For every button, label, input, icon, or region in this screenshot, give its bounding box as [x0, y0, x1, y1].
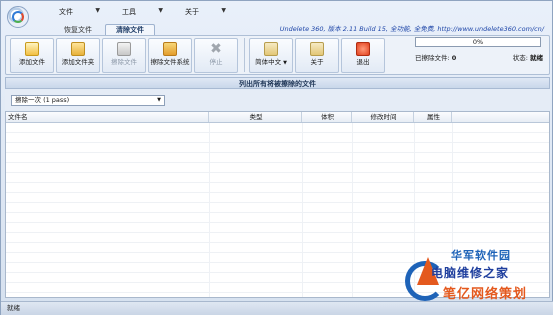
chevron-down-icon: ▼ — [157, 97, 161, 103]
state-text: 状态: 就绪 — [512, 54, 543, 62]
progress-bar: 0% — [415, 37, 541, 47]
column-header-row: 文件名 类型 体积 修改时间 属性 — [6, 112, 549, 123]
column-attributes[interactable]: 属性 — [414, 112, 452, 122]
add-folder-icon — [71, 42, 85, 56]
tab-erase-files[interactable]: 清除文件 — [105, 24, 155, 35]
language-label: 简体中文 ▼ — [255, 58, 287, 66]
watermark-line1: 华军软件园 — [451, 249, 511, 262]
erase-file-icon — [117, 42, 131, 56]
column-type[interactable]: 类型 — [209, 112, 302, 122]
column-divider — [302, 123, 303, 297]
status-panel: 0% 已擦除文件: 0 状态: 就绪 — [415, 37, 543, 71]
menu-bar: 文件 ▼ 工具 ▼ 关于 ▼ — [43, 7, 232, 19]
status-row: 已擦除文件: 0 状态: 就绪 — [415, 52, 543, 62]
add-file-icon — [25, 42, 39, 56]
column-size[interactable]: 体积 — [302, 112, 352, 122]
column-divider — [209, 123, 210, 297]
column-divider — [352, 123, 353, 297]
watermark-line2: 电脑维修之家 — [431, 266, 510, 280]
watermark-line3: 笔亿网络策划 — [443, 287, 528, 302]
stop-label: 停止 — [209, 58, 223, 66]
version-banner[interactable]: Undelete 360, 版本 2.11 Build 15, 全功能, 全免费… — [280, 23, 544, 33]
stop-x-icon: ✖ — [210, 41, 222, 57]
exit-button[interactable]: 退出 — [341, 38, 385, 73]
main-tabs: 恢复文件 清除文件 — [53, 24, 157, 35]
app-logo-icon[interactable] — [7, 6, 29, 28]
menu-tools[interactable]: 工具 ▼ — [106, 7, 169, 19]
dropdown-arrow-icon: ▼ — [95, 7, 100, 14]
column-filename[interactable]: 文件名 — [6, 112, 209, 122]
add-file-label: 添加文件 — [19, 58, 45, 66]
tab-recover-files[interactable]: 恢复文件 — [53, 24, 103, 35]
about-label: 关于 — [310, 58, 324, 66]
about-icon — [310, 42, 324, 56]
erase-file-label: 擦除文件 — [111, 58, 137, 66]
column-modified[interactable]: 修改时间 — [352, 112, 414, 122]
dropdown-arrow-icon: ▼ — [221, 7, 226, 14]
add-folder-button[interactable]: 添加文件夹 — [56, 38, 100, 73]
status-bar: 就绪 — [1, 301, 553, 315]
menu-file[interactable]: 文件 ▼ — [43, 7, 106, 19]
exit-icon — [356, 42, 370, 56]
file-system-icon — [163, 42, 177, 56]
erase-file-system-button[interactable]: 擦除文件系统 — [148, 38, 192, 73]
progress-percent: 0% — [472, 38, 484, 46]
stop-button[interactable]: ✖ 停止 — [194, 38, 238, 73]
erase-method-value: 擦除一次 (1 pass) — [15, 96, 70, 104]
menu-file-label: 文件 — [59, 8, 73, 16]
app-window: 文件 ▼ 工具 ▼ 关于 ▼ 恢复文件 清除文件 Undelete 360, 版… — [0, 0, 553, 315]
erased-count: 已擦除文件: 0 — [415, 54, 457, 62]
menu-about-label: 关于 — [185, 8, 199, 16]
erase-method-select[interactable]: 擦除一次 (1 pass) ▼ — [11, 95, 165, 106]
toolbar-separator — [244, 38, 245, 72]
menu-tools-label: 工具 — [122, 8, 136, 16]
about-button[interactable]: 关于 — [295, 38, 339, 73]
add-file-button[interactable]: 添加文件 — [10, 38, 54, 73]
erase-file-system-label: 擦除文件系统 — [150, 58, 190, 66]
dropdown-arrow-icon: ▼ — [158, 7, 163, 14]
language-icon — [264, 42, 278, 56]
erase-file-button[interactable]: 擦除文件 — [102, 38, 146, 73]
section-title: 列出所有将被擦除的文件 — [5, 77, 550, 89]
erase-method-bar: 擦除一次 (1 pass) ▼ — [5, 90, 550, 110]
menu-about[interactable]: 关于 ▼ — [169, 7, 232, 19]
language-button[interactable]: 简体中文 ▼ — [249, 38, 293, 73]
watermark-logo: 华军软件园 电脑维修之家 笔亿网络策划 — [399, 247, 549, 309]
exit-label: 退出 — [356, 58, 370, 66]
add-folder-label: 添加文件夹 — [61, 58, 95, 66]
column-filler — [452, 112, 549, 122]
